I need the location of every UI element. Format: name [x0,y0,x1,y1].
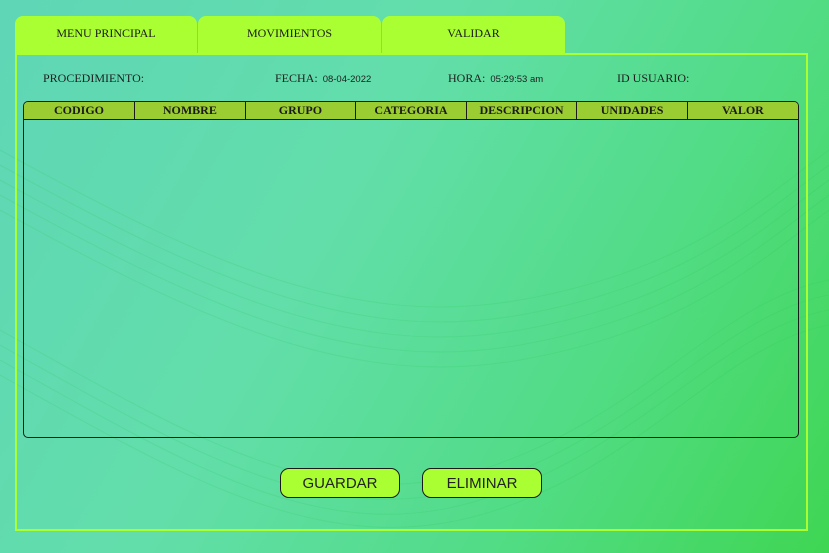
column-header-descripcion: DESCRIPCION [466,102,578,120]
id-usuario-label: ID USUARIO: [617,71,690,85]
tab-movimientos[interactable]: MOVIMIENTOS [198,16,381,53]
column-header-grupo: GRUPO [245,102,357,120]
id-usuario-field: ID USUARIO: [617,71,694,86]
fecha-field: FECHA: 08-04-2022 [275,71,371,86]
hora-label: HORA: [448,71,486,85]
column-header-unidades: UNIDADES [576,102,688,120]
column-header-nombre: NOMBRE [134,102,246,120]
procedimiento-field: PROCEDIMIENTO: [43,71,149,86]
fecha-value: 08-04-2022 [322,74,372,85]
tab-validar[interactable]: VALIDAR [382,16,565,53]
tab-menu-principal[interactable]: MENU PRINCIPAL [15,16,197,53]
table-header-row: CODIGO NOMBRE GRUPO CATEGORIA DESCRIPCIO… [24,102,798,120]
hora-field: HORA: 05:29:53 am [448,71,543,86]
guardar-button[interactable]: GUARDAR [280,468,400,498]
procedimiento-label: PROCEDIMIENTO: [43,71,145,85]
column-header-categoria: CATEGORIA [355,102,467,120]
records-table[interactable]: CODIGO NOMBRE GRUPO CATEGORIA DESCRIPCIO… [23,101,799,438]
eliminar-button[interactable]: ELIMINAR [422,468,542,498]
column-header-valor: VALOR [687,102,798,120]
column-header-codigo: CODIGO [24,102,136,120]
fecha-label: FECHA: [275,71,318,85]
hora-value: 05:29:53 am [490,74,544,85]
